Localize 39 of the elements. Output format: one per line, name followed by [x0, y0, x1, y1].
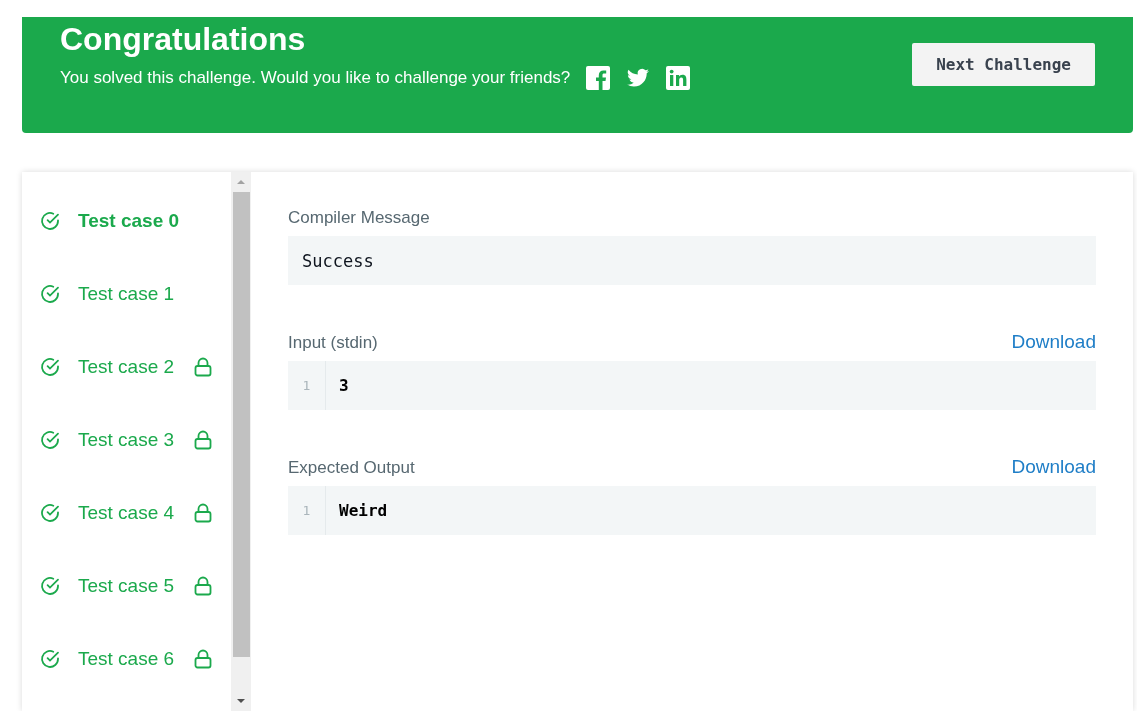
lock-icon: [194, 429, 213, 450]
check-circle-icon: [40, 429, 60, 450]
scroll-up-icon[interactable]: [236, 178, 246, 186]
check-circle-icon: [40, 356, 60, 377]
section-title: Expected Output: [288, 458, 415, 478]
test-case-item[interactable]: Test case 5: [22, 549, 231, 622]
line-number: 1: [288, 486, 326, 535]
check-circle-icon: [40, 502, 60, 523]
test-case-item[interactable]: Test case 4: [22, 476, 231, 549]
code-line: Weird: [338, 501, 388, 520]
code-line: 3: [338, 376, 349, 395]
lock-icon: [194, 575, 213, 596]
scrollbar-thumb[interactable]: [232, 192, 250, 657]
check-circle-icon: [40, 575, 60, 596]
download-link[interactable]: Download: [1011, 331, 1096, 353]
check-circle-icon: [40, 283, 60, 304]
banner-message: You solved this challenge. Would you like to challenge your friends?: [60, 68, 571, 88]
test-case-item[interactable]: Test case 1: [22, 257, 231, 330]
compiler-message-box: Success: [288, 236, 1096, 285]
lock-icon: [194, 356, 213, 377]
section-title: Compiler Message: [288, 208, 430, 228]
test-case-item[interactable]: Test case 2: [22, 330, 231, 403]
test-case-item[interactable]: Test case 0: [22, 184, 231, 257]
facebook-icon[interactable]: [586, 66, 611, 90]
check-circle-icon: [40, 648, 60, 669]
banner-title: Congratulations: [60, 21, 307, 58]
test-case-item[interactable]: Test case 3: [22, 403, 231, 476]
lock-icon: [194, 648, 213, 669]
linkedin-icon[interactable]: [666, 66, 691, 90]
lock-icon: [194, 502, 213, 523]
test-case-item[interactable]: Test case 6: [22, 622, 231, 695]
section-title: Input (stdin): [288, 333, 378, 353]
download-link[interactable]: Download: [1011, 456, 1096, 478]
twitter-icon[interactable]: [626, 66, 651, 90]
scrollbar[interactable]: [231, 172, 251, 711]
check-circle-icon: [40, 210, 60, 231]
scroll-down-icon[interactable]: [236, 697, 246, 705]
next-challenge-button[interactable]: Next Challenge: [912, 43, 1095, 86]
line-number: 1: [288, 361, 326, 410]
